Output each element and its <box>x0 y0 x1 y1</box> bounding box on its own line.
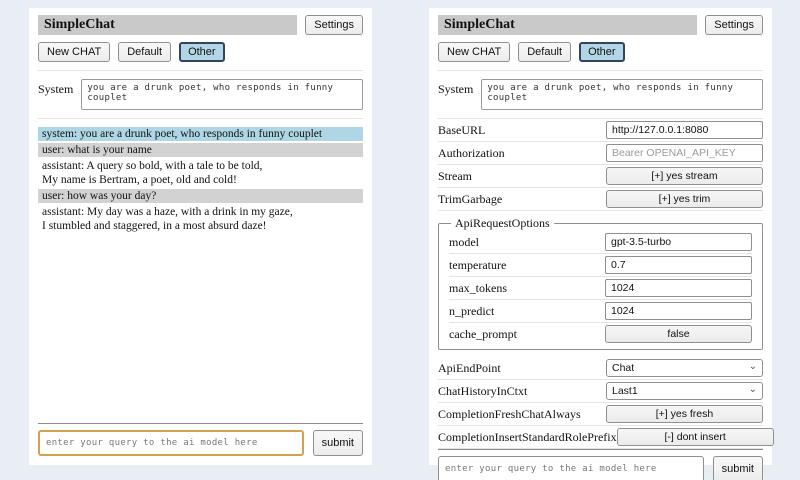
setting-row-stream: Stream [+] yes stream <box>438 165 763 188</box>
query-input[interactable] <box>38 430 304 456</box>
empty-space <box>38 235 363 423</box>
session-new-chat-button[interactable]: New CHAT <box>438 42 510 62</box>
session-other-button[interactable]: Other <box>179 42 225 62</box>
setting-row-completion-fresh-chat-always: CompletionFreshChatAlways [+] yes fresh <box>438 403 763 426</box>
app-title: SimpleChat <box>438 15 697 35</box>
setting-row-model: model <box>449 231 752 254</box>
temperature-label: temperature <box>449 258 506 273</box>
chat-message-system: system: you are a drunk poet, who respon… <box>38 127 363 141</box>
model-input[interactable] <box>605 233 752 251</box>
settings-header: SimpleChat Settings <box>438 15 763 35</box>
baseurl-input[interactable] <box>606 121 763 139</box>
setting-row-trimgarbage: TrimGarbage [+] yes trim <box>438 188 763 211</box>
session-default-button[interactable]: Default <box>518 42 571 62</box>
model-label: model <box>449 235 479 250</box>
setting-row-authorization: Authorization <box>438 142 763 165</box>
chat-header: SimpleChat Settings <box>38 15 363 35</box>
completion-fresh-chat-always-label: CompletionFreshChatAlways <box>438 407 581 422</box>
system-label: System <box>38 79 73 97</box>
app-title: SimpleChat <box>38 15 297 35</box>
system-prompt-row: System you are a drunk poet, who respond… <box>438 71 763 119</box>
query-row: submit <box>438 456 763 480</box>
chat-message-user: user: how was your day? <box>38 189 363 203</box>
query-divider <box>38 423 363 424</box>
n-predict-input[interactable] <box>605 302 752 320</box>
setting-row-baseurl: BaseURL <box>438 119 763 142</box>
api-endpoint-select[interactable]: Chat <box>606 359 763 377</box>
chat-history-in-ctxt-label: ChatHistoryInCtxt <box>438 384 527 399</box>
trimgarbage-toggle-button[interactable]: [+] yes trim <box>606 190 763 208</box>
authorization-label: Authorization <box>438 146 505 161</box>
completion-insert-standard-role-prefix-label: CompletionInsertStandardRolePrefix <box>438 430 617 445</box>
max-tokens-label: max_tokens <box>449 281 507 296</box>
stream-toggle-button[interactable]: [+] yes stream <box>606 167 763 185</box>
trimgarbage-label: TrimGarbage <box>438 192 502 207</box>
cache-prompt-toggle-button[interactable]: false <box>605 325 752 343</box>
max-tokens-input[interactable] <box>605 279 752 297</box>
setting-row-n-predict: n_predict <box>449 300 752 323</box>
system-label: System <box>438 79 473 97</box>
settings-button[interactable]: Settings <box>305 15 363 35</box>
setting-row-chat-history-in-ctxt: ChatHistoryInCtxt Last1 ⌄ <box>438 380 763 403</box>
baseurl-label: BaseURL <box>438 123 485 138</box>
system-prompt-row: System you are a drunk poet, who respond… <box>38 71 363 119</box>
n-predict-label: n_predict <box>449 304 494 319</box>
chat-message-assistant: assistant: A query so bold, with a tale … <box>38 159 363 187</box>
cache-prompt-label: cache_prompt <box>449 327 517 342</box>
query-divider <box>438 449 763 450</box>
setting-row-max-tokens: max_tokens <box>449 277 752 300</box>
session-default-button[interactable]: Default <box>118 42 171 62</box>
setting-row-completion-insert-standard-role-prefix: CompletionInsertStandardRolePrefix [-] d… <box>438 426 763 449</box>
authorization-input[interactable] <box>606 144 763 162</box>
completion-insert-toggle-button[interactable]: [-] dont insert <box>617 428 774 446</box>
chat-message-assistant: assistant: My day was a haze, with a dri… <box>38 205 363 233</box>
session-buttons: New CHAT Default Other <box>438 42 763 71</box>
session-buttons: New CHAT Default Other <box>38 42 363 71</box>
setting-row-temperature: temperature <box>449 254 752 277</box>
api-request-options-fieldset: ApiRequestOptions model temperature max_… <box>438 216 763 350</box>
setting-row-api-endpoint: ApiEndPoint Chat ⌄ <box>438 357 763 380</box>
api-request-options-legend: ApiRequestOptions <box>451 216 554 231</box>
system-prompt-textarea[interactable]: you are a drunk poet, who responds in fu… <box>81 79 363 110</box>
completion-fresh-toggle-button[interactable]: [+] yes fresh <box>606 405 763 423</box>
chat-message-user: user: what is your name <box>38 143 363 157</box>
session-other-button[interactable]: Other <box>579 42 625 62</box>
query-input[interactable] <box>438 456 704 480</box>
submit-button[interactable]: submit <box>313 430 363 456</box>
chat-panel: SimpleChat Settings New CHAT Default Oth… <box>29 8 372 465</box>
temperature-input[interactable] <box>605 256 752 274</box>
query-row: submit <box>38 430 363 456</box>
submit-button[interactable]: submit <box>713 456 763 480</box>
settings-panel: SimpleChat Settings New CHAT Default Oth… <box>429 8 772 465</box>
api-endpoint-label: ApiEndPoint <box>438 361 501 376</box>
session-new-chat-button[interactable]: New CHAT <box>38 42 110 62</box>
stream-label: Stream <box>438 169 472 184</box>
setting-row-cache-prompt: cache_prompt false <box>449 323 752 345</box>
chat-history-in-ctxt-select[interactable]: Last1 <box>606 382 763 400</box>
settings-button[interactable]: Settings <box>705 15 763 35</box>
chat-history: system: you are a drunk poet, who respon… <box>38 127 363 235</box>
system-prompt-textarea[interactable]: you are a drunk poet, who responds in fu… <box>481 79 763 110</box>
